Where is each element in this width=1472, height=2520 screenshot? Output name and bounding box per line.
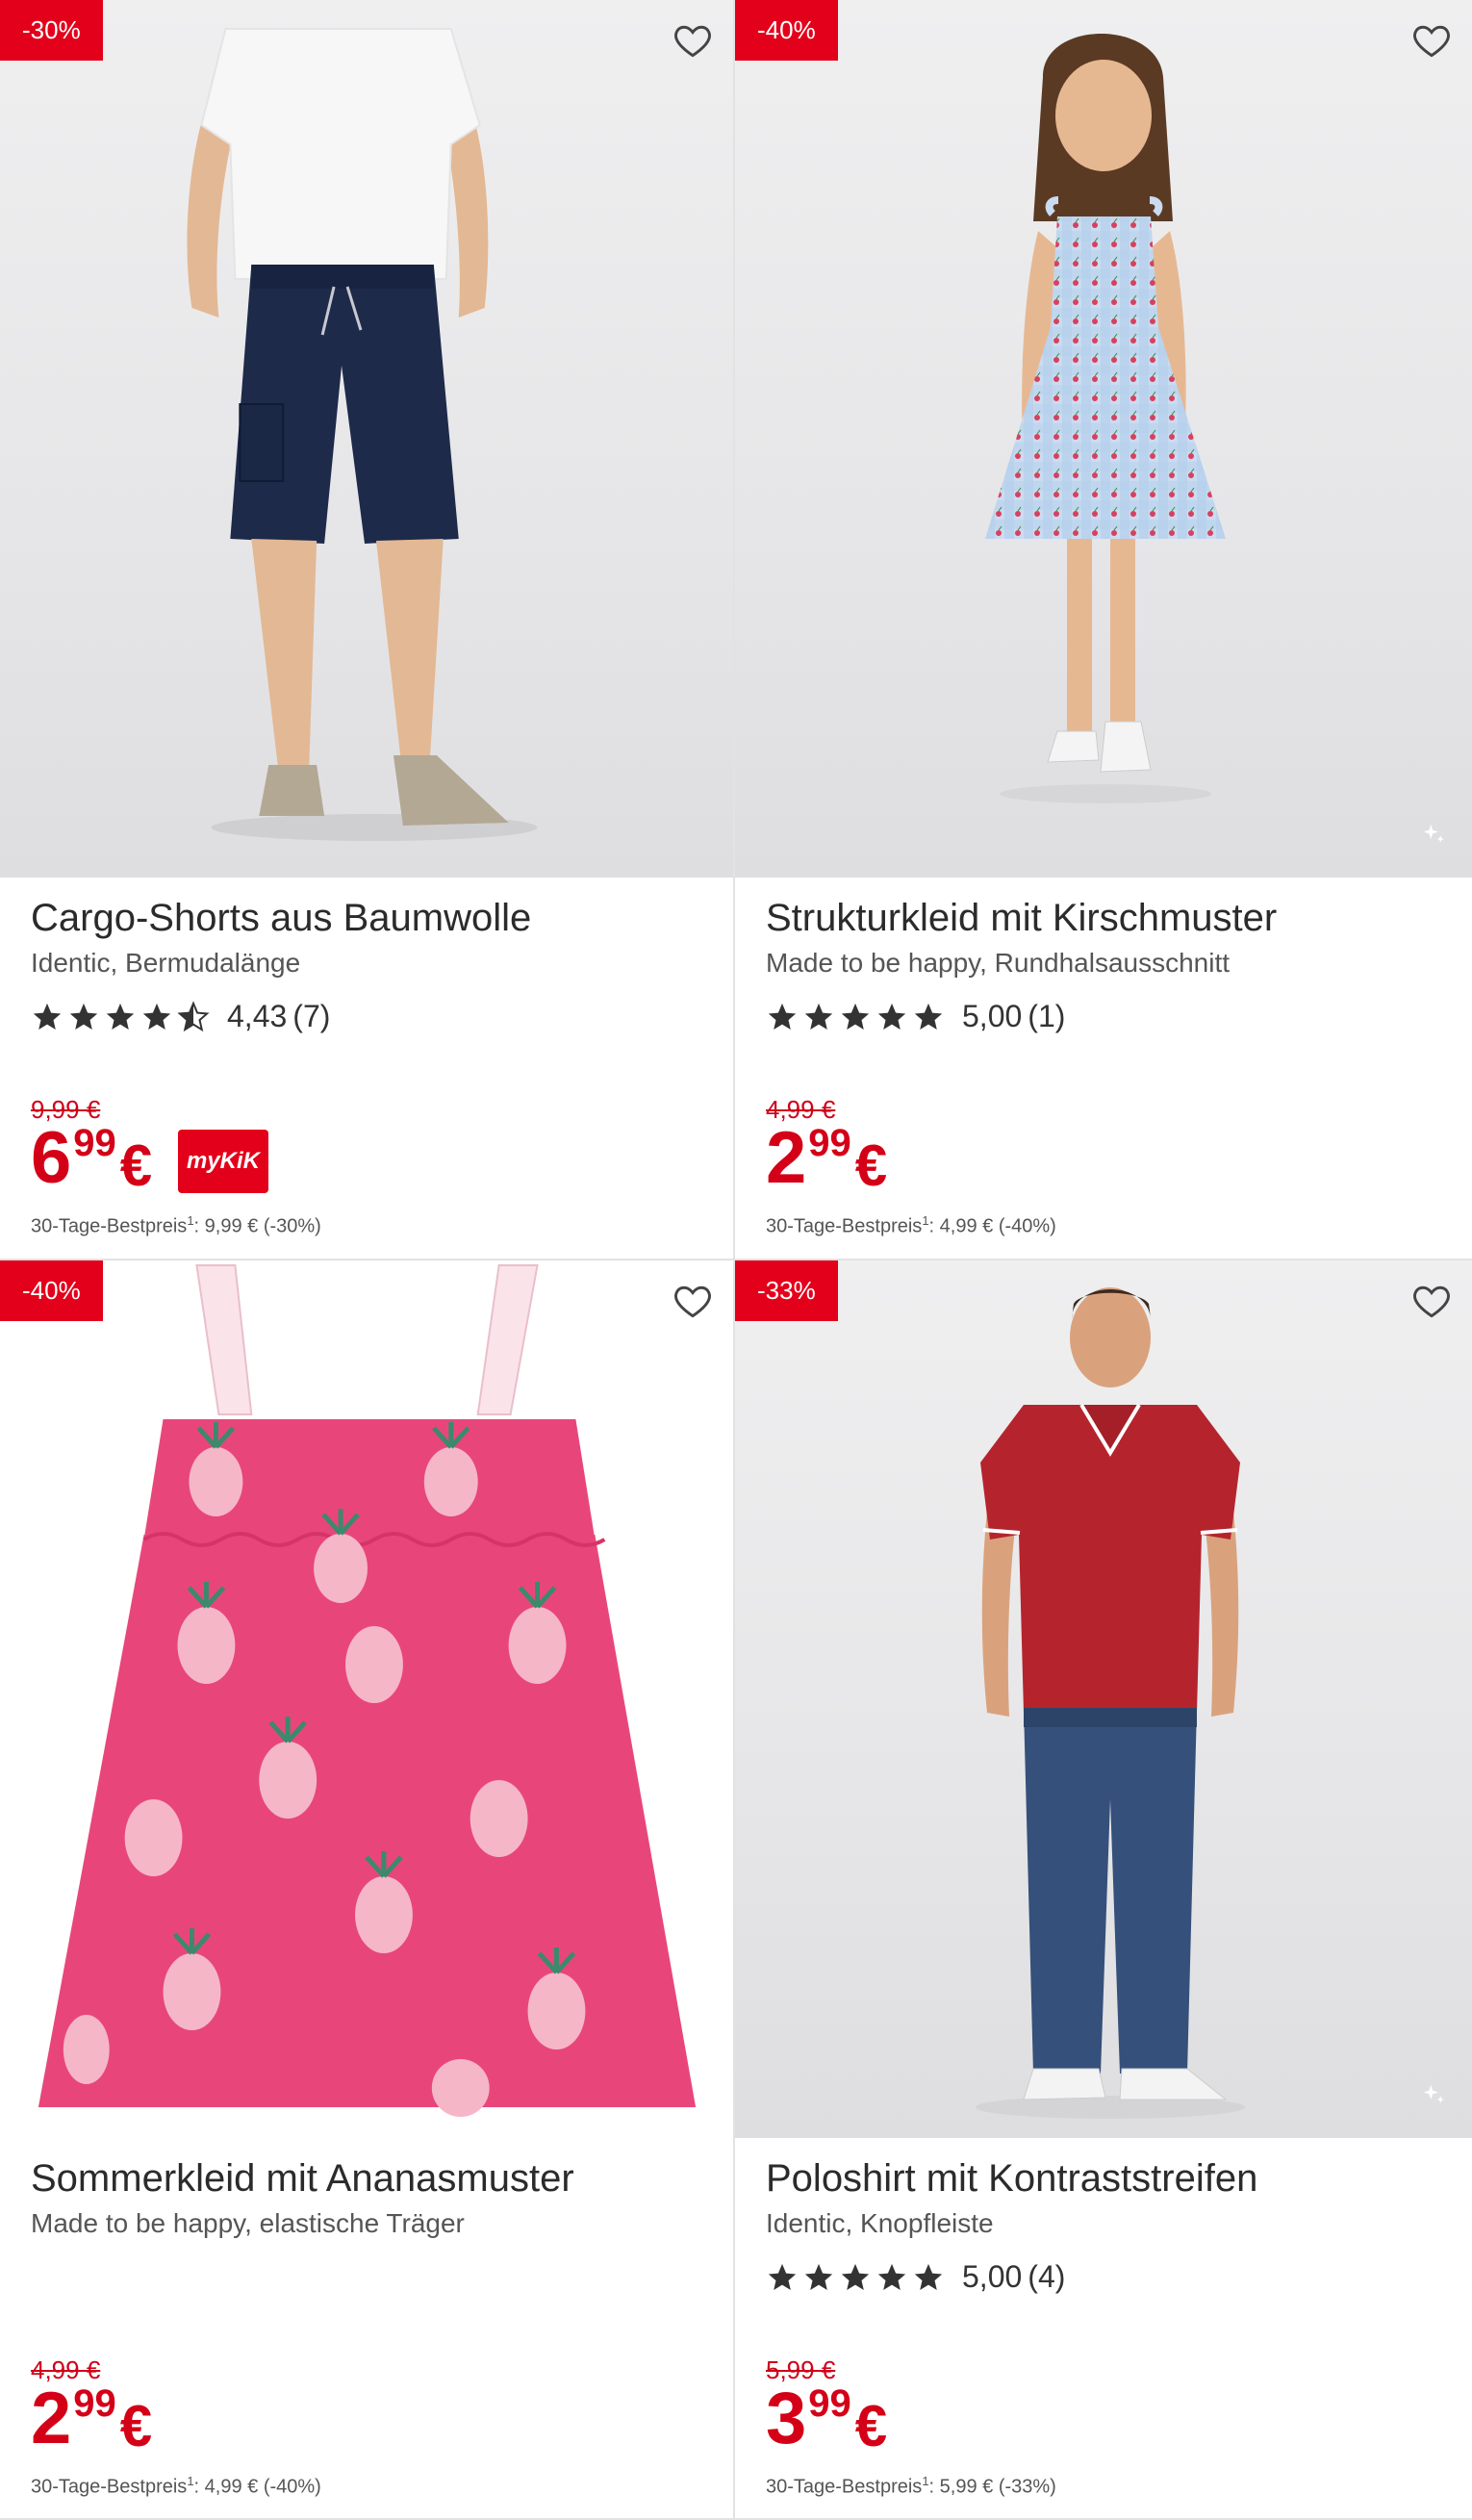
product-photo-pineapple-dress: [38, 1264, 697, 2117]
star-icon: [104, 1001, 137, 1033]
product-info: Strukturkleid mit Kirschmuster Made to b…: [766, 878, 1453, 1259]
wishlist-heart-icon[interactable]: [672, 1280, 714, 1322]
product-info: Cargo-Shorts aus Baumwolle Identic, Berm…: [31, 878, 714, 1259]
product-info: Poloshirt mit Kontraststreifen Identic, …: [766, 2138, 1453, 2518]
star-icon: [839, 1001, 872, 1033]
product-card[interactable]: -40% Sommerkleid mit Ananasmuster Made t…: [0, 1260, 735, 2520]
discount-badge: -33%: [735, 1260, 838, 1321]
best-price-label: 30-Tage-Bestpreis: [31, 2476, 188, 2498]
discount-badge: -40%: [735, 0, 838, 61]
footnote-marker: 1: [922, 2474, 929, 2488]
current-price: 6 99 €: [31, 1122, 152, 1195]
best-price-label: 30-Tage-Bestpreis: [31, 1215, 188, 1237]
price-currency: €: [119, 1133, 153, 1198]
rating-score: 4,43: [227, 999, 288, 1033]
sparkle-icon: [1420, 820, 1449, 849]
footnote-marker: 1: [922, 1213, 929, 1228]
product-subtitle: Made to be happy, elastische Träger: [31, 2208, 465, 2238]
footnote-marker: 1: [187, 2474, 194, 2488]
star-icon: [802, 2261, 835, 2294]
star-icon: [876, 2261, 908, 2294]
product-subtitle: Identic, Bermudalänge: [31, 948, 301, 978]
wishlist-heart-icon[interactable]: [1410, 19, 1453, 62]
best-price-label: 30-Tage-Bestpreis: [766, 1215, 923, 1237]
rating-count: (1): [1028, 999, 1066, 1033]
star-icon: [766, 1001, 799, 1033]
product-title[interactable]: Cargo-Shorts aus Baumwolle: [31, 897, 531, 940]
star-icon: [876, 1001, 908, 1033]
price-integer: 6: [31, 1117, 72, 1199]
rating-score: 5,00: [962, 999, 1023, 1033]
product-card[interactable]: -33% Poloshirt mit Kontraststreifen Iden…: [735, 1260, 1472, 2520]
current-price: 3 99 €: [766, 2382, 887, 2456]
price-currency: €: [854, 2394, 888, 2458]
rating-stars: [766, 2261, 945, 2294]
product-image[interactable]: [0, 0, 733, 878]
star-icon: [802, 1001, 835, 1033]
best-price-note: 30-Tage-Bestpreis1: 4,99 € (-40%): [31, 2474, 321, 2499]
current-price: 2 99 €: [766, 1122, 887, 1195]
rating-count: (7): [292, 999, 331, 1033]
product-info: Sommerkleid mit Ananasmuster Made to be …: [31, 2138, 714, 2518]
product-image[interactable]: [0, 1260, 733, 2138]
best-price-value: : 9,99 € (-30%): [193, 1215, 321, 1237]
discount-badge: -40%: [0, 1260, 103, 1321]
price-currency: €: [119, 2394, 153, 2458]
product-photo-cherry-dress: [985, 34, 1226, 803]
best-price-note: 30-Tage-Bestpreis1: 5,99 € (-33%): [766, 2474, 1056, 2499]
best-price-label: 30-Tage-Bestpreis: [766, 2476, 923, 2498]
star-icon: [140, 1001, 173, 1033]
wishlist-heart-icon[interactable]: [1410, 1280, 1453, 1322]
price-integer: 2: [766, 1117, 807, 1199]
star-half-icon: [177, 1001, 210, 1033]
best-price-value: : 5,99 € (-33%): [928, 2476, 1056, 2498]
price-integer: 2: [31, 2378, 72, 2459]
price-decimals: 99: [808, 1122, 851, 1164]
product-card[interactable]: -40% Strukturkleid mit Kirschmuster Made…: [735, 0, 1472, 1260]
product-title[interactable]: Poloshirt mit Kontraststreifen: [766, 2157, 1257, 2201]
star-icon: [912, 2261, 945, 2294]
best-price-note: 30-Tage-Bestpreis1: 4,99 € (-40%): [766, 1213, 1056, 1238]
star-icon: [839, 2261, 872, 2294]
product-title[interactable]: Sommerkleid mit Ananasmuster: [31, 2157, 574, 2201]
best-price-value: : 4,99 € (-40%): [928, 1215, 1056, 1237]
star-icon: [912, 1001, 945, 1033]
discount-badge: -30%: [0, 0, 103, 61]
star-icon: [31, 1001, 63, 1033]
price-decimals: 99: [73, 2382, 116, 2425]
rating-score: 5,00: [962, 2259, 1023, 2294]
mykik-logo: myKiK: [178, 1130, 268, 1193]
rating-count: (4): [1028, 2259, 1066, 2294]
price-currency: €: [854, 1133, 888, 1198]
best-price-note: 30-Tage-Bestpreis1: 9,99 € (-30%): [31, 1213, 321, 1238]
star-icon: [766, 2261, 799, 2294]
footnote-marker: 1: [187, 1213, 194, 1228]
rating-stars: [766, 1001, 945, 1033]
rating-stars: [31, 1001, 210, 1033]
product-photo-polo-shirt: [976, 1287, 1245, 2119]
price-decimals: 99: [808, 2382, 851, 2425]
product-rating[interactable]: 5,00 (4): [766, 2259, 1065, 2295]
product-rating[interactable]: 4,43 (7): [31, 999, 330, 1034]
sparkle-icon: [1420, 2080, 1449, 2109]
product-card[interactable]: -30% Cargo-Shorts aus Baumwolle Identic,…: [0, 0, 735, 1260]
wishlist-heart-icon[interactable]: [672, 19, 714, 62]
product-image[interactable]: [735, 1260, 1472, 2138]
product-photo-cargo-shorts: [187, 28, 538, 841]
product-image[interactable]: [735, 0, 1472, 878]
product-subtitle: Made to be happy, Rundhalsausschnitt: [766, 948, 1231, 978]
price-integer: 3: [766, 2378, 807, 2459]
star-icon: [67, 1001, 100, 1033]
product-title[interactable]: Strukturkleid mit Kirschmuster: [766, 897, 1277, 940]
product-grid: -30% Cargo-Shorts aus Baumwolle Identic,…: [0, 0, 1472, 2520]
best-price-value: : 4,99 € (-40%): [193, 2476, 321, 2498]
product-rating[interactable]: 5,00 (1): [766, 999, 1065, 1034]
price-decimals: 99: [73, 1122, 116, 1164]
current-price: 2 99 €: [31, 2382, 152, 2456]
product-subtitle: Identic, Knopfleiste: [766, 2208, 994, 2238]
